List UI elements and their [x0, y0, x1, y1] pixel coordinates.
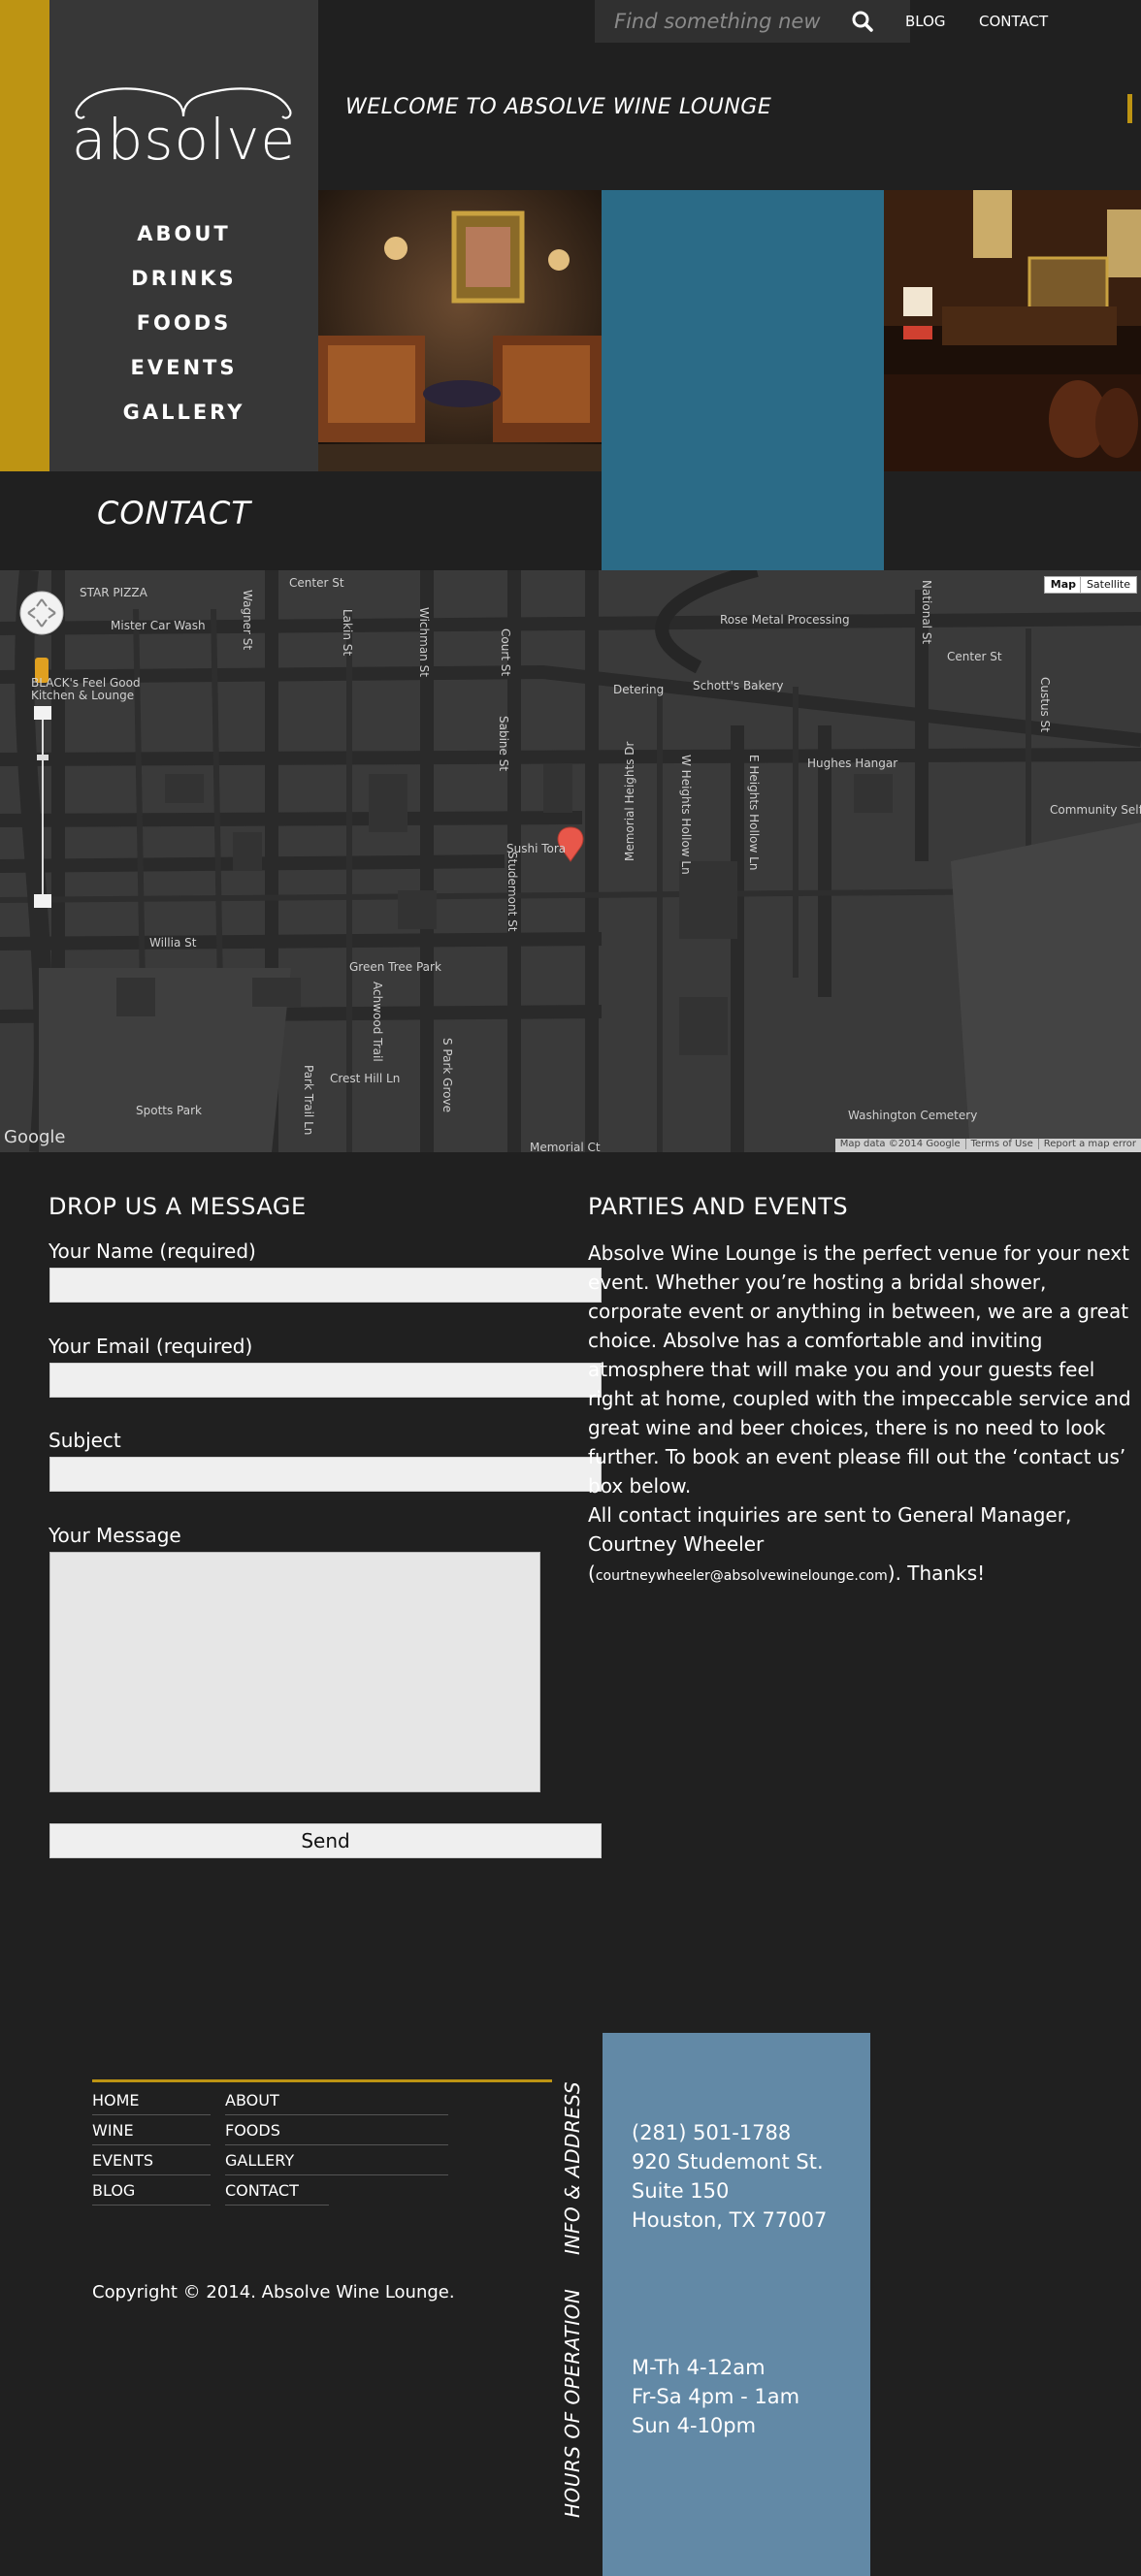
- footer-link-gallery[interactable]: GALLERY: [225, 2151, 448, 2175]
- contact-inquiries-suffix: ). Thanks!: [887, 1562, 986, 1585]
- hours-line: M-Th 4-12am: [632, 2356, 766, 2379]
- map-poi-label: Detering: [613, 683, 665, 696]
- map-poi-label: BLACK's Feel Good Kitchen & Lounge: [31, 676, 141, 702]
- subject-field[interactable]: [49, 1457, 602, 1492]
- footer-divider: [92, 2079, 552, 2082]
- name-field[interactable]: [49, 1268, 602, 1303]
- footer-link-contact[interactable]: CONTACT: [225, 2181, 329, 2206]
- address-line: Suite 150: [632, 2179, 730, 2203]
- email-label: Your Email (required): [49, 1335, 253, 1358]
- map-street-label: Custus St: [1038, 677, 1052, 732]
- address-line: Houston, TX 77007: [632, 2208, 828, 2232]
- map-street-label: S Park Grove: [440, 1038, 454, 1112]
- bar-photo: [884, 190, 1141, 471]
- report-error-link[interactable]: Report a map error: [1037, 1139, 1141, 1149]
- info-panel: (281) 501-1788 920 Studemont St. Suite 1…: [603, 2033, 870, 2576]
- footer-link-home[interactable]: HOME: [92, 2091, 211, 2115]
- footer-link-events[interactable]: EVENTS: [92, 2151, 211, 2175]
- nav-about[interactable]: ABOUT: [49, 222, 318, 245]
- map-poi-label: Spotts Park: [136, 1104, 202, 1117]
- map-poi-label: Community Self St: [1050, 803, 1141, 817]
- map-street-label: Studemont St: [505, 852, 519, 932]
- map-data-credit: Map data ©2014 Google: [839, 1139, 961, 1149]
- map-poi-label: Washington Cemetery: [848, 1109, 978, 1122]
- search-bar: [595, 0, 910, 43]
- logo-text[interactable]: absolve: [49, 107, 318, 173]
- top-nav-blog[interactable]: BLOG: [905, 13, 946, 30]
- search-icon[interactable]: [849, 8, 876, 35]
- map-street-label: E Heights Hollow Ln: [747, 755, 761, 871]
- phone-number[interactable]: (281) 501-1788: [632, 2121, 791, 2144]
- parties-description: Absolve Wine Lounge is the perfect venue…: [588, 1241, 1131, 1497]
- nav-gallery[interactable]: GALLERY: [49, 401, 318, 424]
- map-street-label: Park Trail Ln: [302, 1065, 315, 1136]
- welcome-tagline: WELCOME TO ABSOLVE WINE LOUNGE: [345, 95, 772, 119]
- nav-foods[interactable]: FOODS: [49, 311, 318, 335]
- footer-link-wine[interactable]: WINE: [92, 2121, 211, 2145]
- map-street-label: Wagner St: [241, 590, 254, 651]
- subject-label: Subject: [49, 1429, 121, 1452]
- footer-link-foods[interactable]: FOODS: [225, 2121, 448, 2145]
- map-street-label: Court St: [499, 628, 512, 677]
- manager-email-link[interactable]: courtneywheeler@absolvewinelounge.com: [596, 1568, 888, 1584]
- gold-accent-strip: [0, 0, 49, 471]
- map-street-label: Achwood Trail: [371, 982, 384, 1062]
- form-title: DROP US A MESSAGE: [49, 1193, 307, 1220]
- map-street-label: Lakin St: [341, 609, 354, 657]
- nav-drinks[interactable]: DRINKS: [49, 267, 318, 290]
- lounge-photo: [318, 190, 602, 471]
- map-street-label: Memorial Heights Dr: [623, 741, 636, 861]
- copyright: Copyright © 2014. Absolve Wine Lounge.: [92, 2282, 455, 2302]
- contact-inquiries-prefix: All contact inquiries are sent to Genera…: [588, 1503, 1072, 1556]
- contact-inquiries-text: All contact inquiries are sent to Genera…: [588, 1503, 1072, 1585]
- page-title: CONTACT: [97, 495, 251, 531]
- footer-link-about[interactable]: ABOUT: [225, 2091, 448, 2115]
- accent-block: [602, 190, 884, 570]
- message-field[interactable]: [49, 1552, 540, 1792]
- google-map[interactable]: Map Satellite Center St STAR PIZZA Miste…: [0, 570, 1141, 1152]
- name-label: Your Name (required): [49, 1240, 256, 1263]
- nav-events[interactable]: EVENTS: [49, 356, 318, 379]
- top-nav-contact[interactable]: CONTACT: [979, 13, 1048, 30]
- map-street-label: Center St: [289, 576, 344, 590]
- slider-handle[interactable]: [1127, 94, 1132, 123]
- hours-title: HOURS OF OPERATION: [561, 2288, 584, 2518]
- search-input[interactable]: [612, 6, 855, 37]
- map-poi-label: Mister Car Wash: [111, 619, 206, 632]
- map-poi-label: Rose Metal Processing: [720, 613, 850, 627]
- message-label: Your Message: [49, 1524, 181, 1547]
- send-button[interactable]: Send: [49, 1823, 602, 1858]
- map-street-label: National St: [920, 580, 933, 645]
- map-street-label: Willia St: [149, 936, 197, 950]
- logo-nav-panel: absolve ABOUT DRINKS FOODS EVENTS GALLER…: [49, 0, 318, 471]
- map-poi-label: STAR PIZZA: [80, 586, 147, 599]
- map-street-label: Center St: [947, 650, 1002, 663]
- map-street-label: Wichman St: [417, 607, 431, 677]
- map-street-label: Sabine St: [497, 716, 510, 772]
- hours-line: Sun 4-10pm: [632, 2414, 757, 2437]
- map-street-label: W Heights Hollow Ln: [679, 755, 693, 875]
- satellite-view-button[interactable]: Satellite: [1079, 576, 1137, 594]
- map-poi-label: Green Tree Park: [349, 960, 441, 974]
- terms-link[interactable]: Terms of Use: [964, 1139, 1038, 1149]
- map-poi-label: Hughes Hangar: [807, 757, 898, 770]
- map-footer: Map data ©2014 Google Terms of Use Report …: [834, 1139, 1141, 1152]
- map-street-label: Memorial Ct: [530, 1141, 601, 1152]
- info-address-title: INFO & ADDRESS: [561, 2080, 584, 2255]
- map-street-label: Crest Hill Ln: [330, 1072, 401, 1085]
- address-line: 920 Studemont St.: [632, 2150, 824, 2174]
- email-field[interactable]: [49, 1363, 602, 1398]
- hours-line: Fr-Sa 4pm - 1am: [632, 2385, 800, 2408]
- map-poi-label: Schott's Bakery: [693, 679, 784, 692]
- google-logo[interactable]: Google: [4, 1127, 65, 1147]
- map-view-button[interactable]: Map: [1043, 576, 1083, 594]
- parties-title: PARTIES AND EVENTS: [588, 1193, 849, 1220]
- footer-link-blog[interactable]: BLOG: [92, 2181, 211, 2206]
